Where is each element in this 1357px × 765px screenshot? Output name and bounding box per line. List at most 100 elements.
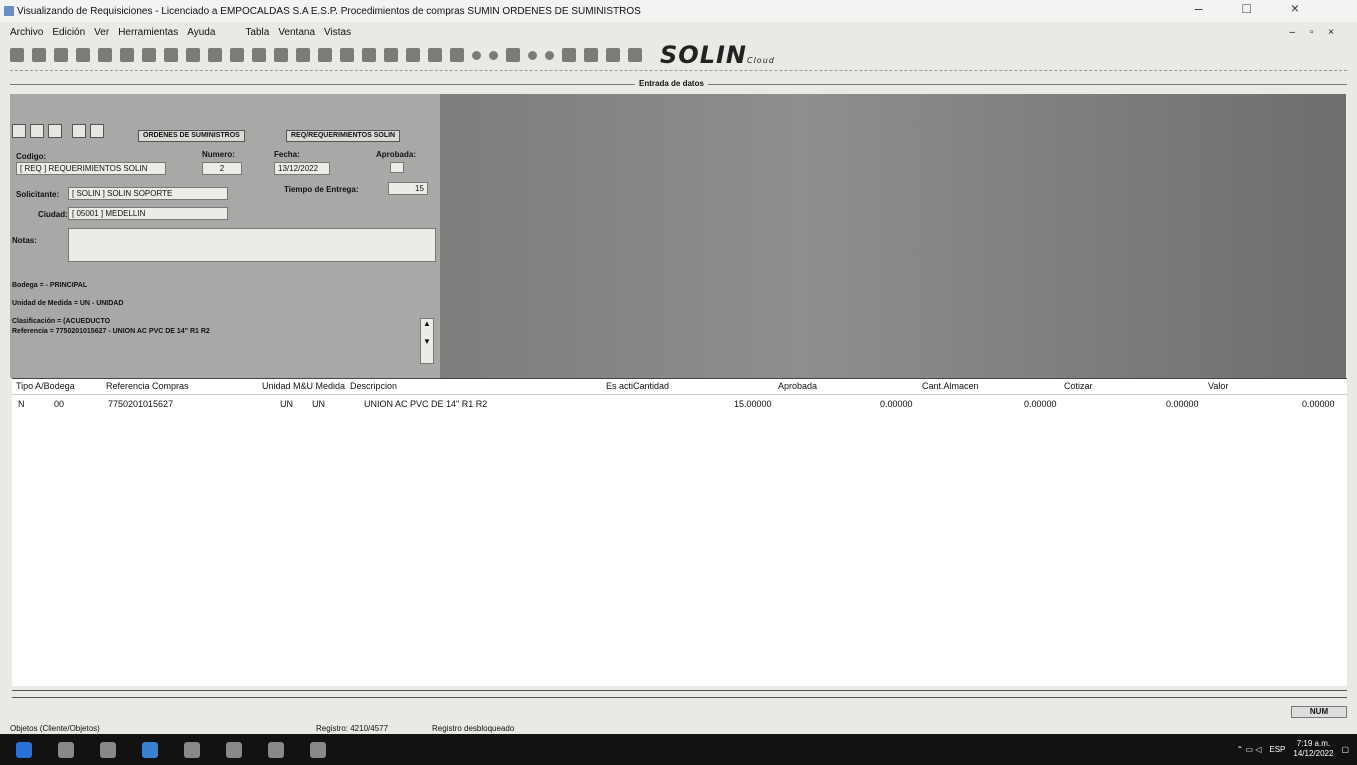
notification-icon[interactable]: ▢: [1341, 745, 1349, 754]
col-cotizar[interactable]: Cotizar: [1064, 381, 1093, 391]
numero-field[interactable]: 2: [202, 162, 242, 175]
search-icon[interactable]: [58, 741, 74, 758]
col-unidad[interactable]: Unidad M&U Medida: [262, 381, 345, 391]
dash-icon[interactable]: [489, 50, 498, 60]
chart-icon[interactable]: [30, 124, 44, 138]
notas-field[interactable]: [68, 228, 436, 262]
chrome-app-icon[interactable]: [310, 741, 326, 758]
tools-icon[interactable]: [606, 48, 620, 62]
record-icon[interactable]: [472, 50, 481, 60]
edit-icon[interactable]: [384, 48, 398, 62]
col-descripcion[interactable]: Descripcion: [350, 381, 397, 391]
col-valor[interactable]: Valor: [1208, 381, 1228, 391]
info-scrollbar[interactable]: ▲ ▼: [420, 318, 434, 364]
language-indicator[interactable]: ESP: [1269, 745, 1285, 754]
menu-tabla[interactable]: Tabla: [245, 27, 269, 38]
tab-requerimientos[interactable]: REQ/REQUERIMIENTOS SOLIN: [286, 130, 401, 142]
help-icon[interactable]: [584, 48, 598, 62]
app-icon: [4, 6, 14, 16]
numero-label: Numero:: [202, 150, 235, 159]
chart-icon[interactable]: [208, 48, 222, 62]
toolbar-separator: [10, 70, 1347, 71]
last-record-icon[interactable]: [562, 48, 576, 62]
copy-icon[interactable]: [54, 48, 68, 62]
save-icon[interactable]: [12, 124, 26, 138]
export-icon[interactable]: [428, 48, 442, 62]
table-icon[interactable]: [186, 48, 200, 62]
edge-browser-icon[interactable]: [142, 741, 158, 758]
menu-archivo[interactable]: Archivo: [10, 27, 43, 38]
solicitante-label: Solicitante:: [16, 190, 60, 199]
windows-start-icon[interactable]: [16, 741, 32, 758]
file-explorer-icon[interactable]: [184, 741, 200, 758]
attach-icon[interactable]: [48, 124, 62, 138]
status-registro: Registro: 4210/4577: [316, 724, 389, 733]
previous-record-icon[interactable]: [528, 50, 537, 60]
aprobada-checkbox[interactable]: [390, 162, 404, 173]
window-controls[interactable]: – □ ×: [1195, 0, 1317, 16]
col-tipo-bodega[interactable]: Tipo A/Bodega: [16, 381, 75, 391]
chrome-icon[interactable]: [226, 741, 242, 758]
menu-edicion[interactable]: Edición: [52, 27, 85, 38]
search-icon[interactable]: [340, 48, 354, 62]
sync-icon[interactable]: [406, 48, 420, 62]
minus-icon[interactable]: [32, 48, 46, 62]
ciudad-label: Ciudad:: [38, 210, 68, 219]
screen-edit-icon[interactable]: [98, 48, 112, 62]
solicitante-field[interactable]: [ SOLIN ] SOLIN SOPORTE: [68, 187, 228, 200]
status-bar: Objetos (Cliente/Objetos) Registro: 4210…: [0, 706, 1357, 734]
menu-ayuda[interactable]: Ayuda: [187, 27, 215, 38]
bodega-info: Bodega = - PRINCIPAL: [12, 282, 88, 289]
nav-icon[interactable]: [72, 124, 86, 138]
cell-tipo: N: [18, 399, 25, 409]
screen-icon[interactable]: [76, 48, 90, 62]
clasificacion-info: Clasificación = (ACUEDUCTO: [12, 318, 111, 325]
sigma-icon[interactable]: [318, 48, 332, 62]
system-tray: ⌃ ▭ ◁ ESP 7:19 a.m. 14/12/2022 ▢: [1237, 739, 1349, 759]
task-view-icon[interactable]: [100, 741, 116, 758]
undo-icon[interactable]: [450, 48, 464, 62]
cell-unidad: UN: [280, 399, 293, 409]
cell-cant-almacen: 0.00000: [1024, 399, 1057, 409]
cell-medida: UN: [312, 399, 325, 409]
query-icon[interactable]: [252, 48, 266, 62]
col-cant-almacen[interactable]: Cant.Almacen: [922, 381, 979, 391]
tab-ordenes[interactable]: ORDENES DE SUMINISTROS: [138, 130, 245, 142]
tiempo-entrega-field[interactable]: 15: [388, 182, 428, 195]
title-bar: Visualizando de Requisiciones - Licencia…: [0, 0, 1357, 22]
exit-icon[interactable]: [628, 48, 642, 62]
delete-icon[interactable]: [164, 48, 178, 62]
filter-icon[interactable]: [296, 48, 310, 62]
col-aprobada[interactable]: Aprobada: [778, 381, 817, 391]
mdi-window-controls[interactable]: – ▫ ×: [1289, 27, 1340, 38]
col-referencia[interactable]: Referencia Compras: [106, 381, 189, 391]
list-icon[interactable]: [142, 48, 156, 62]
menu-ver[interactable]: Ver: [94, 27, 109, 38]
first-record-icon[interactable]: [506, 48, 520, 62]
menu-bar: Archivo Edición Ver Herramientas Ayuda T…: [0, 23, 1357, 41]
screen-add-icon[interactable]: [120, 48, 134, 62]
print-icon[interactable]: [10, 48, 24, 62]
items-table: Tipo A/Bodega Referencia Compras Unidad …: [12, 378, 1347, 686]
menu-herramientas[interactable]: Herramientas: [118, 27, 178, 38]
clock[interactable]: 7:19 a.m. 14/12/2022: [1293, 739, 1333, 759]
next-record-icon[interactable]: [545, 50, 554, 60]
report-icon[interactable]: [230, 48, 244, 62]
codigo-field[interactable]: [ REQ ] REQUERIMIENTOS SOLIN: [16, 162, 166, 175]
referencia-info: Referencia = 7750201015627 - UNION AC PV…: [12, 328, 210, 335]
menu-vistas[interactable]: Vistas: [324, 27, 351, 38]
horizontal-scrollbar[interactable]: [12, 690, 1347, 698]
col-cantidad[interactable]: Es actiCantidad: [606, 381, 669, 391]
fecha-field[interactable]: 13/12/2022: [274, 162, 330, 175]
menu-ventana[interactable]: Ventana: [278, 27, 315, 38]
tray-icons[interactable]: ⌃ ▭ ◁: [1237, 745, 1262, 754]
cell-cantidad: 15.00000: [734, 399, 772, 409]
codigo-label: Codigo:: [16, 152, 47, 161]
solin-logo: SOLINCloud: [660, 41, 775, 69]
refresh-icon[interactable]: [362, 48, 376, 62]
chrome-profile-icon[interactable]: [268, 741, 284, 758]
status-objetos: Objetos (Cliente/Objetos): [10, 724, 100, 733]
undo-icon[interactable]: [90, 124, 104, 138]
calendar-icon[interactable]: [274, 48, 288, 62]
ciudad-field[interactable]: [ 05001 ] MEDELLIN: [68, 207, 228, 220]
